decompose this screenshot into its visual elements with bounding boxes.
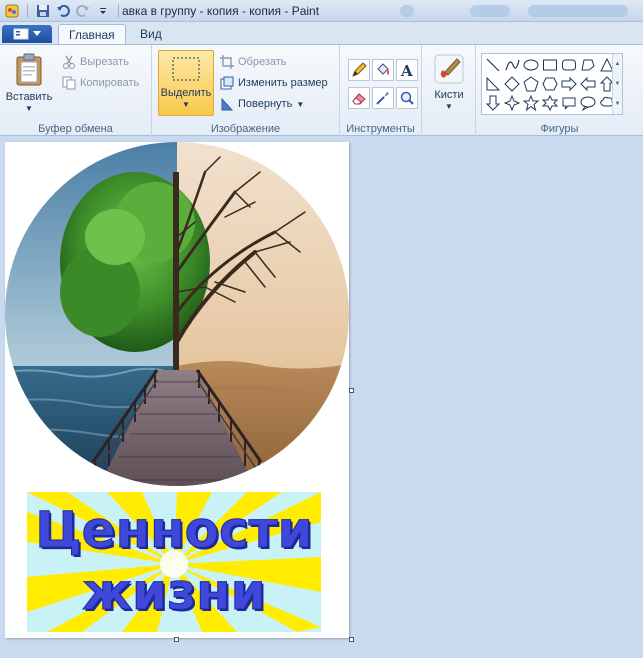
brushes-group: Кисти ▼ xyxy=(422,45,476,137)
pentagon-shape-icon[interactable] xyxy=(522,75,540,93)
paste-label: Вставить xyxy=(5,91,53,103)
window-title: авка в группу - копия - копия - Paint xyxy=(122,4,320,18)
blurred-icon xyxy=(400,5,414,17)
resize-button[interactable]: Изменить размер xyxy=(220,76,328,90)
qat-separator xyxy=(27,4,28,18)
tab-view[interactable]: Вид xyxy=(130,24,172,44)
svg-text:A: A xyxy=(400,62,413,78)
scroll-down-icon[interactable]: ▼ xyxy=(615,81,621,87)
paste-button[interactable]: Вставить ▼ xyxy=(6,53,52,113)
resize-handle-bottom[interactable] xyxy=(174,637,179,642)
shapes-group-label: Фигуры xyxy=(540,123,579,135)
select-button[interactable]: Выделить ▼ xyxy=(158,50,214,116)
color-picker-icon[interactable] xyxy=(372,87,394,109)
pencil-icon[interactable] xyxy=(348,59,370,81)
line-shape-icon[interactable] xyxy=(484,56,502,74)
cut-button[interactable]: Вырезать xyxy=(62,55,129,69)
qat-separator xyxy=(118,4,119,18)
select-dropdown-icon: ▼ xyxy=(182,100,190,109)
image-group: Выделить ▼ Обрезать Изменить размер Пове… xyxy=(152,45,340,137)
hexagon-shape-icon[interactable] xyxy=(541,75,559,93)
select-icon xyxy=(172,57,200,81)
magnifier-icon[interactable] xyxy=(396,87,418,109)
save-icon[interactable] xyxy=(35,3,51,19)
tools-group-label: Инструменты xyxy=(346,123,415,135)
five-point-star-shape-icon[interactable] xyxy=(522,94,540,112)
text-icon[interactable]: A xyxy=(396,59,418,81)
shapes-gallery-scroll[interactable]: ▲ ▼ ▼ xyxy=(612,54,622,114)
tools-group: A Инструменты xyxy=(340,45,422,137)
drawing-canvas[interactable]: Ценности жизни xyxy=(5,142,349,638)
work-area[interactable]: Ценности жизни xyxy=(0,137,643,658)
rotate-icon xyxy=(221,97,234,111)
oval-shape-icon[interactable] xyxy=(522,56,540,74)
oval-callout-shape-icon[interactable] xyxy=(579,94,597,112)
rotate-dropdown-icon: ▼ xyxy=(296,99,305,109)
resize-label: Изменить размер xyxy=(238,77,328,89)
rotate-label: Повернуть xyxy=(238,98,293,110)
expand-gallery-icon[interactable]: ▼ xyxy=(615,101,621,107)
rectangle-shape-icon[interactable] xyxy=(541,56,559,74)
banner-line-1: Ценности xyxy=(35,501,313,560)
scissors-icon xyxy=(63,55,75,69)
title-bar: авка в группу - копия - копия - Paint xyxy=(0,0,643,22)
scroll-up-icon[interactable]: ▲ xyxy=(615,61,621,67)
brushes-label: Кисти xyxy=(434,89,464,101)
crop-label: Обрезать xyxy=(238,56,287,68)
eraser-icon[interactable] xyxy=(348,87,370,109)
crop-button[interactable]: Обрезать xyxy=(220,55,287,69)
file-menu-button[interactable] xyxy=(2,25,52,43)
paste-icon xyxy=(16,53,42,86)
paint-app-icon[interactable] xyxy=(4,3,20,19)
quick-access-toolbar xyxy=(4,3,122,19)
curve-shape-icon[interactable] xyxy=(503,56,521,74)
rounded-callout-shape-icon[interactable] xyxy=(560,94,578,112)
cut-label: Вырезать xyxy=(80,56,129,68)
polygon-shape-icon[interactable] xyxy=(579,56,597,74)
copy-label: Копировать xyxy=(80,77,140,89)
left-arrow-shape-icon[interactable] xyxy=(579,75,597,93)
redo-icon[interactable] xyxy=(75,3,91,19)
resize-handle-corner[interactable] xyxy=(349,637,354,642)
tab-home[interactable]: Главная xyxy=(58,24,126,44)
paste-dropdown-icon: ▼ xyxy=(25,104,33,113)
rounded-rectangle-shape-icon[interactable] xyxy=(560,56,578,74)
fill-icon[interactable] xyxy=(372,59,394,81)
right-triangle-shape-icon[interactable] xyxy=(484,75,502,93)
banner-line-2: жизни xyxy=(82,563,266,622)
image-group-label: Изображение xyxy=(210,123,281,135)
copy-icon xyxy=(62,76,76,90)
six-point-star-shape-icon[interactable] xyxy=(541,94,559,112)
banner-image: Ценности жизни xyxy=(27,492,321,632)
brushes-dropdown-icon: ▼ xyxy=(445,102,453,111)
down-arrow-shape-icon[interactable] xyxy=(484,94,502,112)
shapes-gallery: ▲ ▼ ▼ xyxy=(481,53,623,115)
clipboard-group-label: Буфер обмена xyxy=(38,123,113,135)
ribbon: Вставить ▼ Вырезать Копировать Буфер обм… xyxy=(0,44,643,137)
right-arrow-shape-icon[interactable] xyxy=(560,75,578,93)
diamond-shape-icon[interactable] xyxy=(503,75,521,93)
blurred-area xyxy=(528,5,628,17)
customize-qat-icon[interactable] xyxy=(95,3,111,19)
tree-bridge-image xyxy=(5,142,349,486)
resize-icon xyxy=(220,76,234,90)
undo-icon[interactable] xyxy=(55,3,71,19)
rotate-button[interactable]: Повернуть ▼ xyxy=(220,97,304,111)
ribbon-tab-row: Главная Вид xyxy=(0,22,643,44)
brush-icon xyxy=(434,54,464,84)
four-point-star-shape-icon[interactable] xyxy=(503,94,521,112)
crop-icon xyxy=(220,55,234,69)
resize-handle-right[interactable] xyxy=(349,388,354,393)
blurred-area xyxy=(470,5,510,17)
brushes-button[interactable]: Кисти ▼ xyxy=(428,53,470,111)
copy-button[interactable]: Копировать xyxy=(62,76,139,90)
clipboard-group: Вставить ▼ Вырезать Копировать Буфер обм… xyxy=(0,45,152,137)
select-label: Выделить xyxy=(160,87,212,99)
